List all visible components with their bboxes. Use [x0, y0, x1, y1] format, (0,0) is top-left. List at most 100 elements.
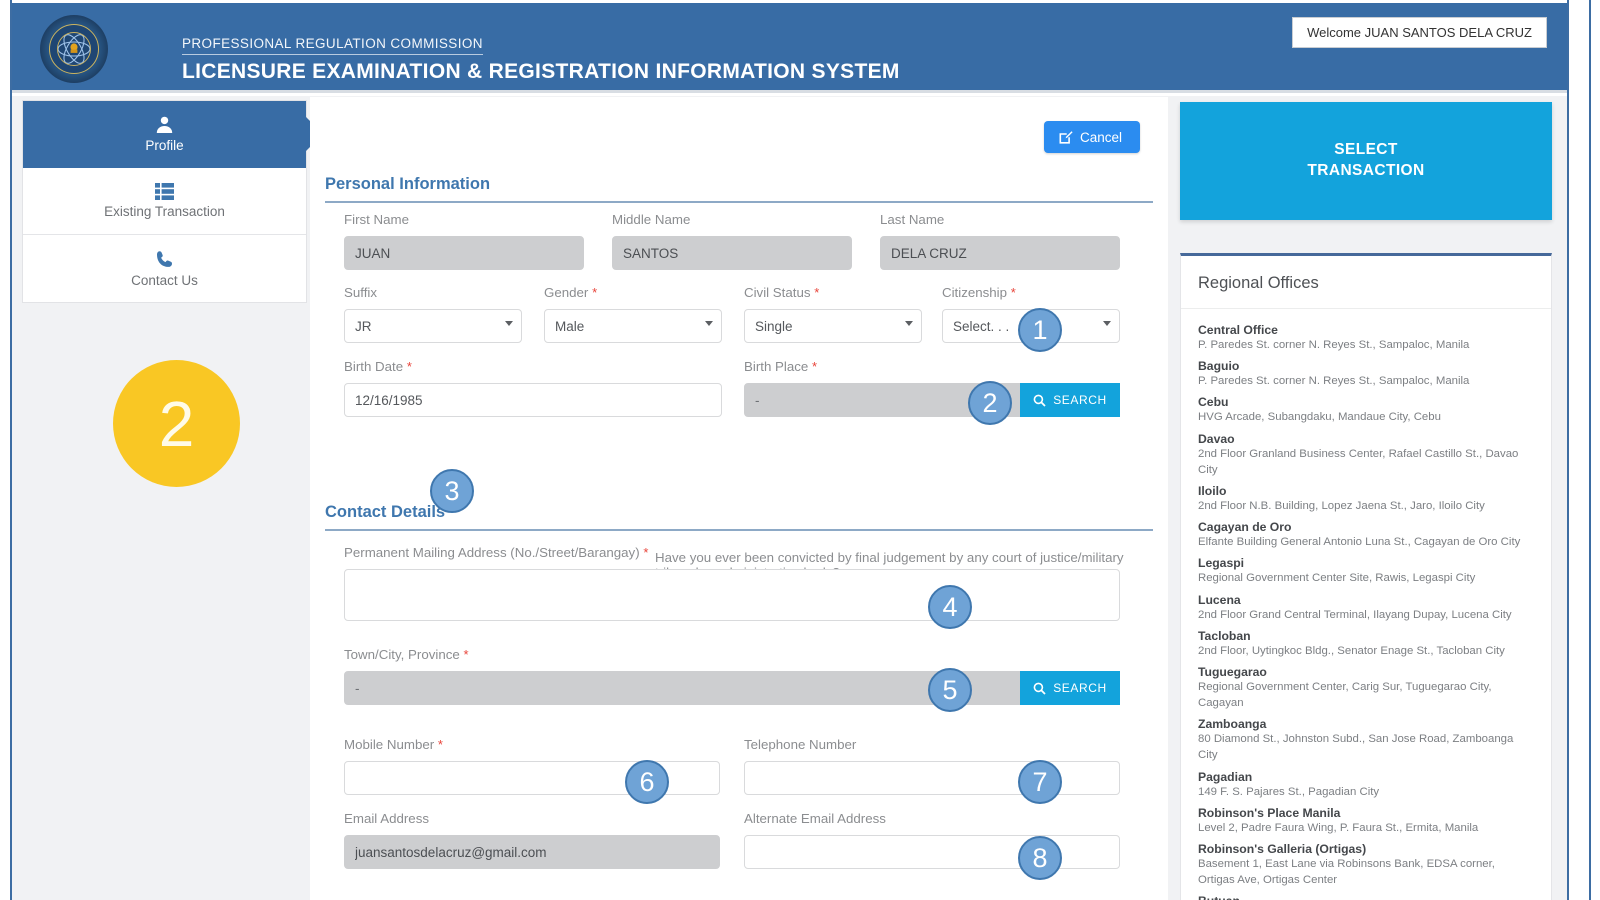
callout-badge-7: 7 — [1018, 760, 1062, 804]
sidebar-item-profile[interactable]: Profile — [23, 101, 306, 168]
email-address-input[interactable] — [344, 835, 720, 869]
office-address: Elfante Building General Antonio Luna St… — [1198, 534, 1534, 550]
gender-label: Gender * — [544, 285, 722, 300]
page-root: PROFESSIONAL REGULATION COMMISSION LICEN… — [0, 0, 1600, 900]
birth-place-search-button[interactable]: SEARCH — [1020, 383, 1120, 417]
office-name: Robinson's Place Manila — [1198, 806, 1534, 820]
field-birth-date: Birth Date * — [344, 359, 722, 417]
callout-badge-5: 5 — [928, 668, 972, 712]
frame-border-right-outer — [1589, 0, 1591, 900]
select-transaction-line1: SELECT — [1307, 140, 1424, 161]
field-email-address: Email Address — [344, 811, 720, 869]
phone-icon — [155, 250, 174, 269]
office-address: Level 2, Padre Faura Wing, P. Faura St.,… — [1198, 820, 1534, 836]
callout-badge-step2: 2 — [113, 360, 240, 487]
office-name: Butuan — [1198, 894, 1534, 900]
sidebar-item-existing-transaction[interactable]: Existing Transaction — [23, 168, 306, 235]
office-name: Lucena — [1198, 593, 1534, 607]
office-name: Cagayan de Oro — [1198, 520, 1534, 534]
mailing-address-textarea[interactable] — [344, 569, 1120, 621]
regional-offices-list: Central Office P. Paredes St. corner N. … — [1181, 309, 1551, 900]
regional-offices-title: Regional Offices — [1181, 256, 1551, 309]
middle-name-label: Middle Name — [612, 212, 852, 227]
frame-border-right — [1567, 0, 1569, 900]
callout-badge-8: 8 — [1018, 836, 1062, 880]
welcome-message: Welcome JUAN SANTOS DELA CRUZ — [1292, 17, 1547, 48]
office-name: Legaspi — [1198, 556, 1534, 570]
sidebar-nav: Profile Existing Transaction Contact Us — [22, 100, 307, 303]
field-last-name: Last Name — [880, 212, 1120, 270]
search-button-label: SEARCH — [1053, 393, 1107, 407]
birth-date-label: Birth Date * — [344, 359, 722, 374]
sidebar-item-label: Contact Us — [131, 274, 198, 288]
office-name: Tacloban — [1198, 629, 1534, 643]
telephone-number-label: Telephone Number — [744, 737, 1120, 752]
cancel-button-label: Cancel — [1080, 130, 1122, 145]
office-address: 2nd Floor Granland Business Center, Rafa… — [1198, 446, 1534, 478]
suffix-label: Suffix — [344, 285, 522, 300]
office-name: Robinson's Galleria (Ortigas) — [1198, 842, 1534, 856]
system-name: LICENSURE EXAMINATION & REGISTRATION INF… — [182, 60, 900, 84]
mailing-address-label: Permanent Mailing Address (No./Street/Ba… — [344, 545, 1120, 560]
gender-select[interactable]: Male — [544, 309, 722, 343]
office-address: 2nd Floor N.B. Building, Lopez Jaena St.… — [1198, 498, 1534, 514]
town-city-label: Town/City, Province * — [344, 647, 1120, 662]
civil-status-select[interactable]: Single — [744, 309, 922, 343]
edit-square-icon — [1058, 130, 1073, 145]
section-title-personal-information: Personal Information — [325, 175, 1153, 203]
last-name-input[interactable] — [880, 236, 1120, 270]
mobile-number-label: Mobile Number * — [344, 737, 720, 752]
office-name: Baguio — [1198, 359, 1534, 373]
suffix-select[interactable]: JR — [344, 309, 522, 343]
office-name: Davao — [1198, 432, 1534, 446]
office-address: 2nd Floor, Uytingkoc Bldg., Senator Enag… — [1198, 643, 1534, 659]
app-header: PROFESSIONAL REGULATION COMMISSION LICEN… — [12, 3, 1567, 93]
office-address: P. Paredes St. corner N. Reyes St., Samp… — [1198, 373, 1534, 389]
field-alternate-email-address: Alternate Email Address — [744, 811, 1120, 869]
field-first-name: First Name — [344, 212, 584, 270]
office-address: 149 F. S. Pajares St., Pagadian City — [1198, 784, 1534, 800]
regional-offices-panel: Regional Offices Central Office P. Pared… — [1180, 253, 1552, 900]
field-gender: Gender * Male — [544, 285, 722, 343]
field-mailing-address: Permanent Mailing Address (No./Street/Ba… — [344, 545, 1120, 621]
callout-badge-4: 4 — [928, 585, 972, 629]
office-address: Regional Government Center, Carig Sur, T… — [1198, 679, 1534, 711]
field-birth-place: Birth Place * SEARCH — [744, 359, 1120, 417]
telephone-number-input[interactable] — [744, 761, 1120, 795]
office-address: Basement 1, East Lane via Robinsons Bank… — [1198, 856, 1534, 888]
alternate-email-label: Alternate Email Address — [744, 811, 1120, 826]
office-name: Pagadian — [1198, 770, 1534, 784]
alternate-email-input[interactable] — [744, 835, 1120, 869]
org-name: PROFESSIONAL REGULATION COMMISSION — [182, 36, 483, 55]
field-civil-status: Civil Status * Single — [744, 285, 922, 343]
citizenship-label: Citizenship * — [942, 285, 1120, 300]
middle-name-input[interactable] — [612, 236, 852, 270]
town-city-input[interactable] — [344, 671, 1120, 705]
list-icon — [155, 183, 174, 200]
magnifier-icon — [1033, 682, 1046, 695]
office-name: Tuguegarao — [1198, 665, 1534, 679]
sidebar-item-contact-us[interactable]: Contact Us — [23, 235, 306, 302]
select-transaction-button[interactable]: SELECT TRANSACTION — [1180, 102, 1552, 220]
email-address-label: Email Address — [344, 811, 720, 826]
callout-badge-3: 3 — [430, 469, 474, 513]
office-name: Iloilo — [1198, 484, 1534, 498]
field-suffix: Suffix JR — [344, 285, 522, 343]
first-name-input[interactable] — [344, 236, 584, 270]
civil-status-label: Civil Status * — [744, 285, 922, 300]
first-name-label: First Name — [344, 212, 584, 227]
search-button-label: SEARCH — [1053, 681, 1107, 695]
sidebar-item-label: Existing Transaction — [104, 205, 225, 219]
office-name: Cebu — [1198, 395, 1534, 409]
sidebar-item-label: Profile — [145, 139, 183, 153]
office-address: HVG Arcade, Subangdaku, Mandaue City, Ce… — [1198, 409, 1534, 425]
town-city-search-button[interactable]: SEARCH — [1020, 671, 1120, 705]
birth-date-input[interactable] — [344, 383, 722, 417]
office-address: Regional Government Center Site, Rawis, … — [1198, 570, 1534, 586]
cancel-button[interactable]: Cancel — [1044, 121, 1140, 153]
user-icon — [155, 115, 174, 134]
select-transaction-line2: TRANSACTION — [1307, 161, 1424, 182]
callout-badge-1: 1 — [1018, 308, 1062, 352]
callout-badge-2: 2 — [968, 381, 1012, 425]
office-address: 2nd Floor Grand Central Terminal, Ilayan… — [1198, 607, 1534, 623]
